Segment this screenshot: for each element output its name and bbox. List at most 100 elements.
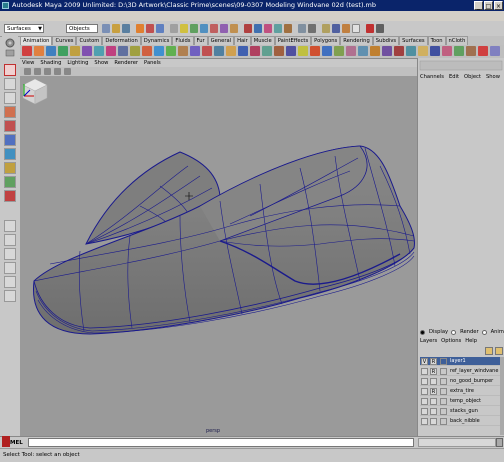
tab-hair[interactable]: Hair (234, 36, 251, 45)
shelf-tool-icon[interactable] (106, 46, 116, 56)
rotate-tool-icon[interactable] (4, 120, 16, 132)
select-hierarchy-icon[interactable] (136, 24, 144, 33)
new-layer-icon[interactable] (485, 347, 493, 355)
hypershade-layout-icon[interactable] (4, 276, 16, 288)
menu-shading[interactable]: Shading (40, 59, 61, 67)
shelf-tool-icon[interactable] (142, 46, 152, 56)
minimize-button[interactable]: _ (474, 1, 483, 10)
tab-painteffects[interactable]: PaintEffects (274, 36, 312, 45)
shelf-tool-icon[interactable] (370, 46, 380, 56)
close-button[interactable]: × (494, 1, 503, 10)
tab-fur[interactable]: Fur (193, 36, 208, 45)
tab-surfaces[interactable]: Surfaces (399, 36, 428, 45)
tab-curves[interactable]: Curves (52, 36, 77, 45)
anim-label[interactable]: Anim (491, 328, 504, 336)
mask-surfaces-icon[interactable] (200, 24, 208, 33)
sidebar-toggle-icon[interactable] (366, 24, 374, 33)
shelf-tool-icon[interactable] (454, 46, 464, 56)
last-tool-icon[interactable] (4, 190, 16, 202)
visibility-toggle[interactable] (421, 378, 428, 385)
mel-label[interactable]: MEL (10, 439, 23, 447)
shelf-tool-icon[interactable] (190, 46, 200, 56)
display-label[interactable]: Display (429, 328, 448, 336)
reference-toggle[interactable] (430, 378, 437, 385)
layer-color-swatch[interactable] (440, 368, 447, 375)
shelf-tool-icon[interactable] (382, 46, 392, 56)
layer-color-swatch[interactable] (440, 378, 447, 385)
shelf-tool-icon[interactable] (250, 46, 260, 56)
menu-show[interactable]: Show (94, 59, 108, 67)
tab-dynamics[interactable]: Dynamics (140, 36, 173, 45)
shelf-tool-icon[interactable] (418, 46, 428, 56)
shelf-tool-icon[interactable] (430, 46, 440, 56)
tab-toon[interactable]: Toon (427, 36, 446, 45)
input-field-icon[interactable] (352, 24, 360, 33)
layer-color-swatch[interactable] (440, 408, 447, 415)
layer-row[interactable]: temp_object (420, 397, 504, 406)
persp-outliner-layout-icon[interactable] (4, 248, 16, 260)
menu-channels[interactable]: Channels (420, 73, 444, 81)
tab-animation[interactable]: Animation (20, 36, 53, 45)
mask-deformations-icon[interactable] (210, 24, 218, 33)
perspective-viewport[interactable]: persp (20, 76, 417, 436)
visibility-toggle[interactable] (421, 398, 428, 405)
shelf-tool-icon[interactable] (130, 46, 140, 56)
shelf-tool-icon[interactable] (274, 46, 284, 56)
shelf-tool-icon[interactable] (310, 46, 320, 56)
render-settings-icon[interactable] (342, 24, 350, 33)
single-perspective-layout-icon[interactable] (4, 220, 16, 232)
select-component-icon[interactable] (156, 24, 164, 33)
shelf-tool-icon[interactable] (118, 46, 128, 56)
mask-handles-icon[interactable] (170, 24, 178, 33)
reference-toggle[interactable]: R (430, 388, 437, 395)
mask-curves-icon[interactable] (190, 24, 198, 33)
layer-row[interactable]: no_good_bumper (420, 377, 504, 386)
reference-toggle[interactable] (430, 408, 437, 415)
make-live-icon[interactable] (284, 24, 292, 33)
select-object-icon[interactable] (146, 24, 154, 33)
snap-view-plane-icon[interactable] (274, 24, 282, 33)
layer-color-swatch[interactable] (440, 418, 447, 425)
visibility-toggle[interactable]: V (421, 358, 428, 365)
layer-row[interactable]: R extra_tire (420, 387, 504, 396)
menu-layers[interactable]: Layers (420, 337, 437, 345)
shelf-tool-icon[interactable] (466, 46, 476, 56)
scale-tool-icon[interactable] (4, 134, 16, 146)
isolate-select-icon[interactable] (64, 68, 71, 75)
shelf-tool-icon[interactable] (70, 46, 80, 56)
tab-polygons[interactable]: Polygons (311, 36, 341, 45)
mask-dynamics-icon[interactable] (220, 24, 228, 33)
shelf-tool-icon[interactable] (478, 46, 488, 56)
layer-row[interactable]: R ref_layer_windvane (420, 367, 504, 376)
render-frame-icon[interactable] (322, 24, 330, 33)
paint-select-tool-icon[interactable] (4, 92, 16, 104)
layer-color-swatch[interactable] (440, 398, 447, 405)
shelf-tool-icon[interactable] (442, 46, 452, 56)
visibility-toggle[interactable] (421, 408, 428, 415)
smooth-shade-icon[interactable] (44, 68, 51, 75)
shelf-tool-icon[interactable] (394, 46, 404, 56)
snap-grid-icon[interactable] (244, 24, 252, 33)
anim-radio[interactable] (481, 329, 487, 335)
shelf-tool-icon[interactable] (226, 46, 236, 56)
shelf-tool-icon[interactable] (46, 46, 56, 56)
shelf-tool-icon[interactable] (406, 46, 416, 56)
persp-graph-layout-icon[interactable] (4, 262, 16, 274)
tab-muscle[interactable]: Muscle (250, 36, 275, 45)
snap-point-icon[interactable] (264, 24, 272, 33)
mel-input[interactable] (28, 438, 414, 447)
layer-scrollbar[interactable] (500, 357, 504, 435)
shelf-tool-icon[interactable] (298, 46, 308, 56)
menu-lighting[interactable]: Lighting (67, 59, 88, 67)
new-scene-icon[interactable] (102, 24, 110, 33)
shelf-tool-icon[interactable] (94, 46, 104, 56)
menu-options[interactable]: Options (441, 337, 461, 345)
layer-color-swatch[interactable] (440, 358, 447, 365)
menu-edit[interactable]: Edit (449, 73, 459, 81)
tab-ncloth[interactable]: nCloth (445, 36, 469, 45)
shelf-tool-icon[interactable] (358, 46, 368, 56)
layer-row[interactable]: stacks_gun (420, 407, 504, 416)
layer-color-swatch[interactable] (440, 388, 447, 395)
shelf-tool-icon[interactable] (490, 46, 500, 56)
shelf-tool-icon[interactable] (334, 46, 344, 56)
